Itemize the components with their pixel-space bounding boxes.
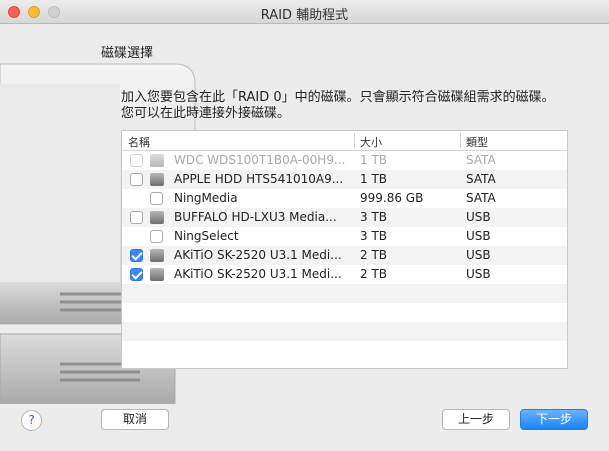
table-row[interactable]: AKiTiO SK-2520 U3.1 Medi... 2 TB USB [122,246,567,265]
disk-checkbox[interactable] [150,230,163,243]
disk-icon [150,211,164,224]
disk-type: USB [466,229,491,243]
disk-size: 3 TB [360,229,388,243]
description-line-2: 您可以在此時連接外接磁碟。 [121,106,291,121]
table-row-empty [122,341,567,360]
table-row[interactable]: APPLE HDD HTS541010A9... 1 TB SATA [122,170,567,189]
disk-icon [150,268,164,281]
back-button[interactable]: 上一步 [442,409,510,430]
disk-size: 999.86 GB [360,191,424,205]
disk-type: USB [466,248,491,262]
column-header-type[interactable]: 類型 [466,134,488,150]
disk-name: AKiTiO SK-2520 U3.1 Medi... [174,267,342,281]
disk-name: AKiTiO SK-2520 U3.1 Medi... [174,248,342,262]
table-row-empty [122,303,567,322]
table-row[interactable]: NingMedia 999.86 GB SATA [122,189,567,208]
disk-checkbox[interactable] [150,192,163,205]
disk-type: SATA [466,153,496,167]
disk-checkbox[interactable] [130,211,143,224]
disk-size: 1 TB [360,153,388,167]
title-bar: RAID 輔助程式 [0,0,609,24]
cancel-button[interactable]: 取消 [101,409,169,430]
disk-icon [150,173,164,186]
table-row[interactable]: BUFFALO HD-LXU3 Media... 3 TB USB [122,208,567,227]
panel-description: 加入您要包含在此「RAID 0」中的磁碟。只會顯示符合磁碟組需求的磁碟。 您可以… [121,90,591,122]
disk-type: SATA [466,172,496,186]
description-line-1: 加入您要包含在此「RAID 0」中的磁碟。只會顯示符合磁碟組需求的磁碟。 [121,90,555,105]
table-row[interactable]: NingSelect 3 TB USB [122,227,567,246]
table-row: WDC WDS100T1B0A-00H9... 1 TB SATA [122,151,567,170]
disk-name: WDC WDS100T1B0A-00H9... [174,153,346,167]
disk-checkbox [130,154,143,167]
disk-icon [150,249,164,262]
disk-name: NingSelect [174,229,239,243]
next-button[interactable]: 下一步 [520,409,588,430]
column-header-name[interactable]: 名稱 [128,134,150,150]
disk-type: USB [466,267,491,281]
column-header-size[interactable]: 大小 [360,134,382,150]
table-row[interactable]: AKiTiO SK-2520 U3.1 Medi... 2 TB USB [122,265,567,284]
table-row-empty [122,284,567,303]
disk-name: APPLE HDD HTS541010A9... [174,172,344,186]
help-button[interactable]: ? [21,410,42,431]
disk-icon [150,154,164,167]
disk-checkbox[interactable] [130,173,143,186]
disk-size: 2 TB [360,267,388,281]
table-row-empty [122,322,567,341]
disk-checkbox-checked[interactable] [130,249,143,262]
disk-size: 2 TB [360,248,388,262]
disk-size: 1 TB [360,172,388,186]
disk-checkbox-checked[interactable] [130,268,143,281]
disk-size: 3 TB [360,210,388,224]
disk-name: NingMedia [174,191,238,205]
column-divider [354,133,355,148]
disk-type: USB [466,210,491,224]
column-divider [460,133,461,148]
disk-type: SATA [466,191,496,205]
disk-table: 名稱 大小 類型 WDC WDS100T1B0A-00H9... 1 TB SA… [121,130,568,369]
disk-name: BUFFALO HD-LXU3 Media... [174,210,337,224]
window-title: RAID 輔助程式 [260,8,349,23]
panel-title: 磁碟選擇 [101,46,154,61]
table-header: 名稱 大小 類型 [122,131,567,151]
